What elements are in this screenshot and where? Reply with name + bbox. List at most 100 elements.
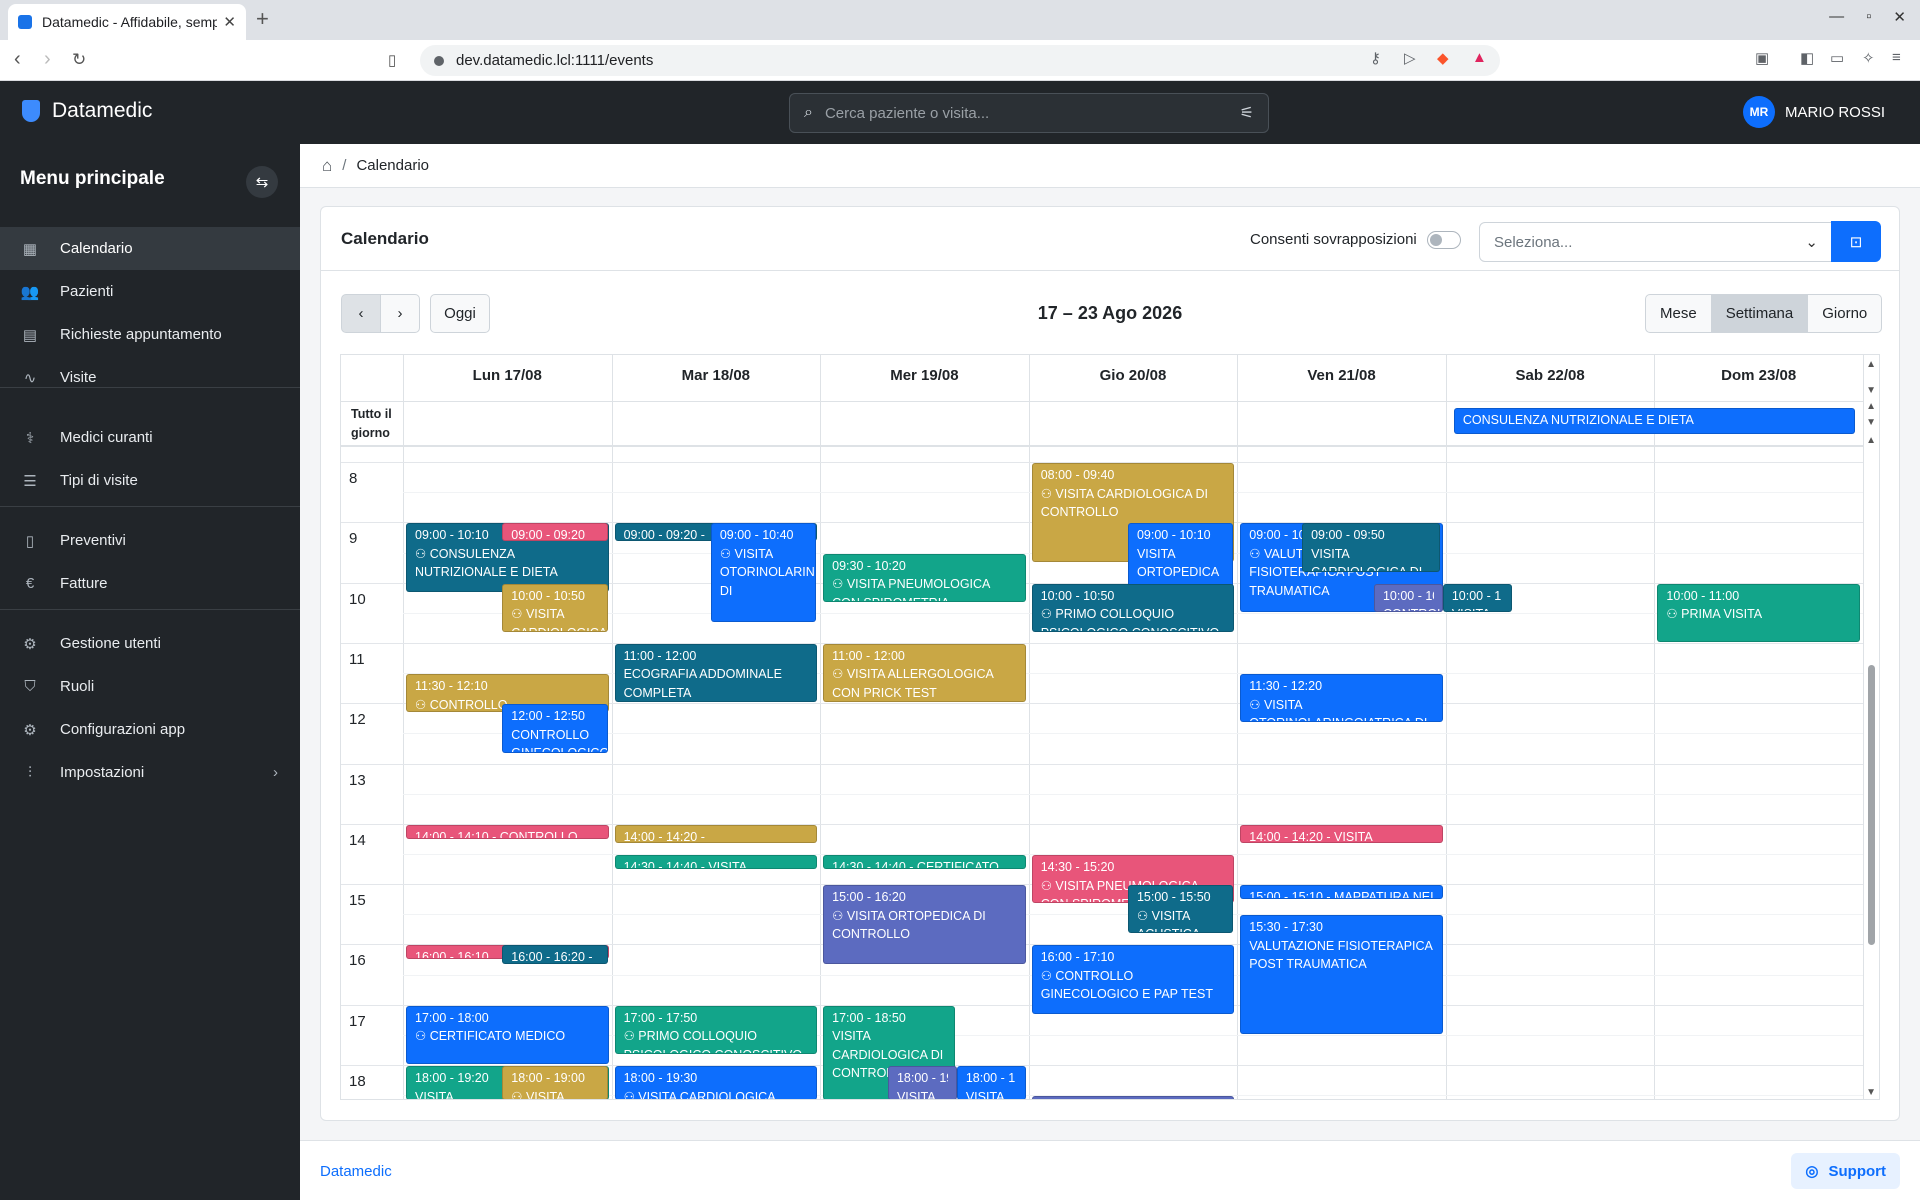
- calendar-event[interactable]: 10:00 - 1 VISITA: [1442, 583, 1512, 612]
- home-icon[interactable]: ⌂: [322, 156, 332, 176]
- day-column-line: [1654, 355, 1656, 1099]
- calendar-event[interactable]: 14:00 - 14:20 - VISITA: [1240, 824, 1443, 843]
- sidebar-item-configurazioni-app[interactable]: ⚙ Configurazioni app: [0, 708, 300, 751]
- view-settimana-button[interactable]: Settimana: [1710, 294, 1809, 333]
- patient-icon: ⚇: [832, 667, 847, 682]
- event-title: ⚇ VISITA: [511, 1088, 598, 1099]
- sidebar-item-richieste-appuntamento[interactable]: ▤ Richieste appuntamento: [0, 313, 300, 356]
- scroll-arrow-icon[interactable]: ▲: [1866, 435, 1876, 446]
- maximize-icon[interactable]: ▫: [1866, 8, 1871, 26]
- calendar-event[interactable]: 18:00 - 19:30 ⚇ VISITA CARDIOLOGICA: [614, 1066, 818, 1099]
- sidebar-item-medici-curanti[interactable]: ⚕ Medici curanti: [0, 416, 300, 459]
- footer-brand-link[interactable]: Datamedic: [320, 1163, 392, 1180]
- sidebar-toggle-button[interactable]: ⇆: [246, 166, 278, 198]
- key-icon[interactable]: ⚷: [1370, 49, 1381, 67]
- calendar-event[interactable]: 18:00 - 19 VISITA: [887, 1066, 957, 1099]
- calendar-event[interactable]: 15:00 - 15:50 ⚇ VISITA ACUSTICA: [1127, 885, 1234, 934]
- calendar-event[interactable]: 16:00 - 16:20 -: [502, 945, 608, 964]
- wallet-icon[interactable]: ▭: [1830, 49, 1844, 67]
- calendar-event[interactable]: 11:00 - 12:00 ⚇ VISITA ALLERGOLOGICA CON …: [823, 643, 1026, 703]
- overlap-toggle[interactable]: [1427, 231, 1461, 249]
- event-time: 18:00 - 19:00: [511, 1071, 585, 1086]
- calendar-event[interactable]: 15:00 - 16:20 ⚇ VISITA ORTOPEDICA DI CONT…: [823, 885, 1026, 964]
- rewards-icon[interactable]: ▲: [1472, 49, 1487, 66]
- sidebar-item-label: Configurazioni app: [60, 721, 186, 738]
- scroll-arrow-icon[interactable]: ▼: [1866, 1087, 1876, 1098]
- filter-icon[interactable]: ⚟: [1240, 103, 1254, 123]
- send-icon[interactable]: ▷: [1404, 49, 1416, 67]
- calendar-event[interactable]: 14:30 - 14:40 - CERTIFICATO: [823, 855, 1026, 869]
- patient-icon: ⚇: [1040, 878, 1056, 893]
- sidebar-item-label: Visite: [60, 369, 97, 386]
- calendar-event[interactable]: 09:30 - 10:20 ⚇ VISITA PNEUMOLOGICA CON S…: [823, 553, 1026, 602]
- calendar-event[interactable]: 09:00 - 09:20: [502, 523, 608, 542]
- forward-icon[interactable]: ›: [44, 48, 51, 71]
- doctor-select[interactable]: Seleziona... ⌄: [1479, 222, 1833, 262]
- close-window-icon[interactable]: ✕: [1893, 8, 1906, 26]
- sidebar-item-tipi-di-visite[interactable]: ☰ Tipi di visite: [0, 459, 300, 502]
- sidebar-item-preventivi[interactable]: ▯ Preventivi: [0, 519, 300, 562]
- sidebar-item-gestione-utenti[interactable]: ⚙ Gestione utenti: [0, 622, 300, 665]
- stethoscope-icon: ⚕: [25, 429, 35, 447]
- close-tab-icon[interactable]: ✕: [223, 13, 236, 31]
- calendar-event[interactable]: 10:00 - 11:00 ⚇ PRIMA VISITA: [1657, 583, 1860, 642]
- screenshot-icon[interactable]: ▣: [1755, 49, 1769, 67]
- calendar-event[interactable]: 11:00 - 12:00 ECOGRAFIA ADDOMINALE COMPLE…: [614, 643, 818, 703]
- calendar-event[interactable]: 15:00 - 15:10 - MAPPATURA NEI: [1240, 885, 1443, 900]
- event-title-text: CONTROLLO GINECOLOGICO: [511, 727, 606, 752]
- calendar-event[interactable]: 18:30 - 19:50 - VISITA: [1031, 1096, 1235, 1099]
- calendar-event[interactable]: 10:00 - 10:50 ⚇ PRIMO COLLOQUIO PSICOLOGI…: [1031, 583, 1235, 632]
- new-tab-icon[interactable]: +: [256, 6, 269, 32]
- hour-line: [341, 642, 1863, 644]
- extensions-icon[interactable]: ✧: [1862, 49, 1875, 67]
- site-info-icon[interactable]: [434, 55, 444, 66]
- sidebar-item-ruoli[interactable]: ⛉ Ruoli: [0, 665, 300, 708]
- sidebar-item-calendario[interactable]: ▦ Calendario: [0, 227, 300, 270]
- support-button[interactable]: ◎ Support: [1791, 1153, 1900, 1189]
- view-giorno-button[interactable]: Giorno: [1807, 294, 1883, 333]
- event-time: 17:00 - 18:50: [832, 1010, 906, 1025]
- calendar-event[interactable]: 09:00 - 09:50 VISITA CARDIOLOGICA DI: [1302, 523, 1440, 572]
- bookmark-icon[interactable]: ▯: [388, 51, 396, 69]
- scroll-arrow-icon[interactable]: ▼: [1866, 417, 1876, 428]
- browser-tab[interactable]: Datamedic - Affidabile, semp ✕: [8, 4, 246, 40]
- calendar-event[interactable]: 14:30 - 14:40 - VISITA: [614, 855, 818, 869]
- allday-event[interactable]: CONSULENZA NUTRIZIONALE E DIETA: [1453, 408, 1855, 434]
- calendar-event[interactable]: 09:00 - 10:40 ⚇ VISITA OTORINOLARINGOIATR…: [710, 523, 817, 622]
- calendar-event[interactable]: 14:00 - 14:20 -⚇ PRIMO: [614, 824, 818, 843]
- minimize-icon[interactable]: —: [1829, 8, 1844, 26]
- calendar-event[interactable]: 10:00 - 10:50 ⚇ VISITA CARDIOLOGICA: [502, 583, 608, 632]
- scroll-arrow-icon[interactable]: ▼: [1866, 385, 1876, 396]
- search-input[interactable]: ⌕ Cerca paziente o visita... ⚟: [789, 93, 1269, 133]
- calendar-event[interactable]: 12:00 - 12:50 CONTROLLO GINECOLOGICO: [502, 704, 608, 753]
- scroll-arrow-icon[interactable]: ▲: [1866, 359, 1876, 370]
- menu-icon[interactable]: ≡: [1892, 49, 1901, 66]
- zoom-search-button[interactable]: ⊡: [1831, 221, 1881, 262]
- calendar-event[interactable]: 15:30 - 17:30 VALUTAZIONE FISIOTERAPICA P…: [1240, 915, 1443, 1034]
- brand[interactable]: Datamedic: [22, 99, 152, 123]
- calendar-event[interactable]: 11:30 - 12:20 ⚇ VISITA OTORINOLARINGOIATR…: [1240, 674, 1443, 723]
- scroll-arrow-icon[interactable]: ▲: [1866, 401, 1876, 412]
- user-menu[interactable]: MR MARIO ROSSI: [1742, 96, 1885, 128]
- calendar-event[interactable]: 09:00 - 10:10VISITA ORTOPEDICA DI: [1127, 523, 1234, 592]
- calendar-event[interactable]: 14:00 - 14:10 - CONTROLLO: [406, 824, 609, 839]
- sidebar-toggle-icon[interactable]: ◧: [1800, 49, 1814, 67]
- calendar-event[interactable]: 16:00 - 17:10 ⚇ CONTROLLO GINECOLOGICO E …: [1031, 945, 1235, 1014]
- reload-icon[interactable]: ↻: [72, 50, 86, 70]
- brave-shield-icon[interactable]: ◆: [1437, 49, 1449, 67]
- url-bar[interactable]: dev.datamedic.lcl:1111/events: [420, 45, 1500, 76]
- view-mese-button[interactable]: Mese: [1645, 294, 1712, 333]
- event-title: ⚇ VISITA ALLERGOLOGICA CON PRICK TEST: [832, 665, 1017, 701]
- calendar-event[interactable]: 17:00 - 18:00 ⚇ CERTIFICATO MEDICO: [406, 1005, 609, 1065]
- sidebar-item-label: Tipi di visite: [60, 472, 138, 489]
- calendar-event[interactable]: 10:00 - 10 CONTROLLO: [1373, 583, 1443, 612]
- sidebar-item-pazienti[interactable]: 👥 Pazienti: [0, 270, 300, 313]
- sidebar-item-impostazioni[interactable]: ⫶ Impostazioni ›: [0, 751, 300, 794]
- calendar-event[interactable]: 17:00 - 17:50 ⚇ PRIMO COLLOQUIO PSICOLOGI…: [614, 1005, 818, 1054]
- back-icon[interactable]: ‹: [14, 48, 21, 71]
- sidebar-item-fatture[interactable]: € Fatture: [0, 562, 300, 605]
- scrollbar-thumb[interactable]: [1868, 665, 1875, 945]
- sidebar-item-visite[interactable]: ∿ Visite: [0, 356, 300, 399]
- calendar-event[interactable]: 18:00 - 1 VISITA: [956, 1066, 1026, 1099]
- calendar-event[interactable]: 18:00 - 19:00 ⚇ VISITA: [502, 1066, 608, 1099]
